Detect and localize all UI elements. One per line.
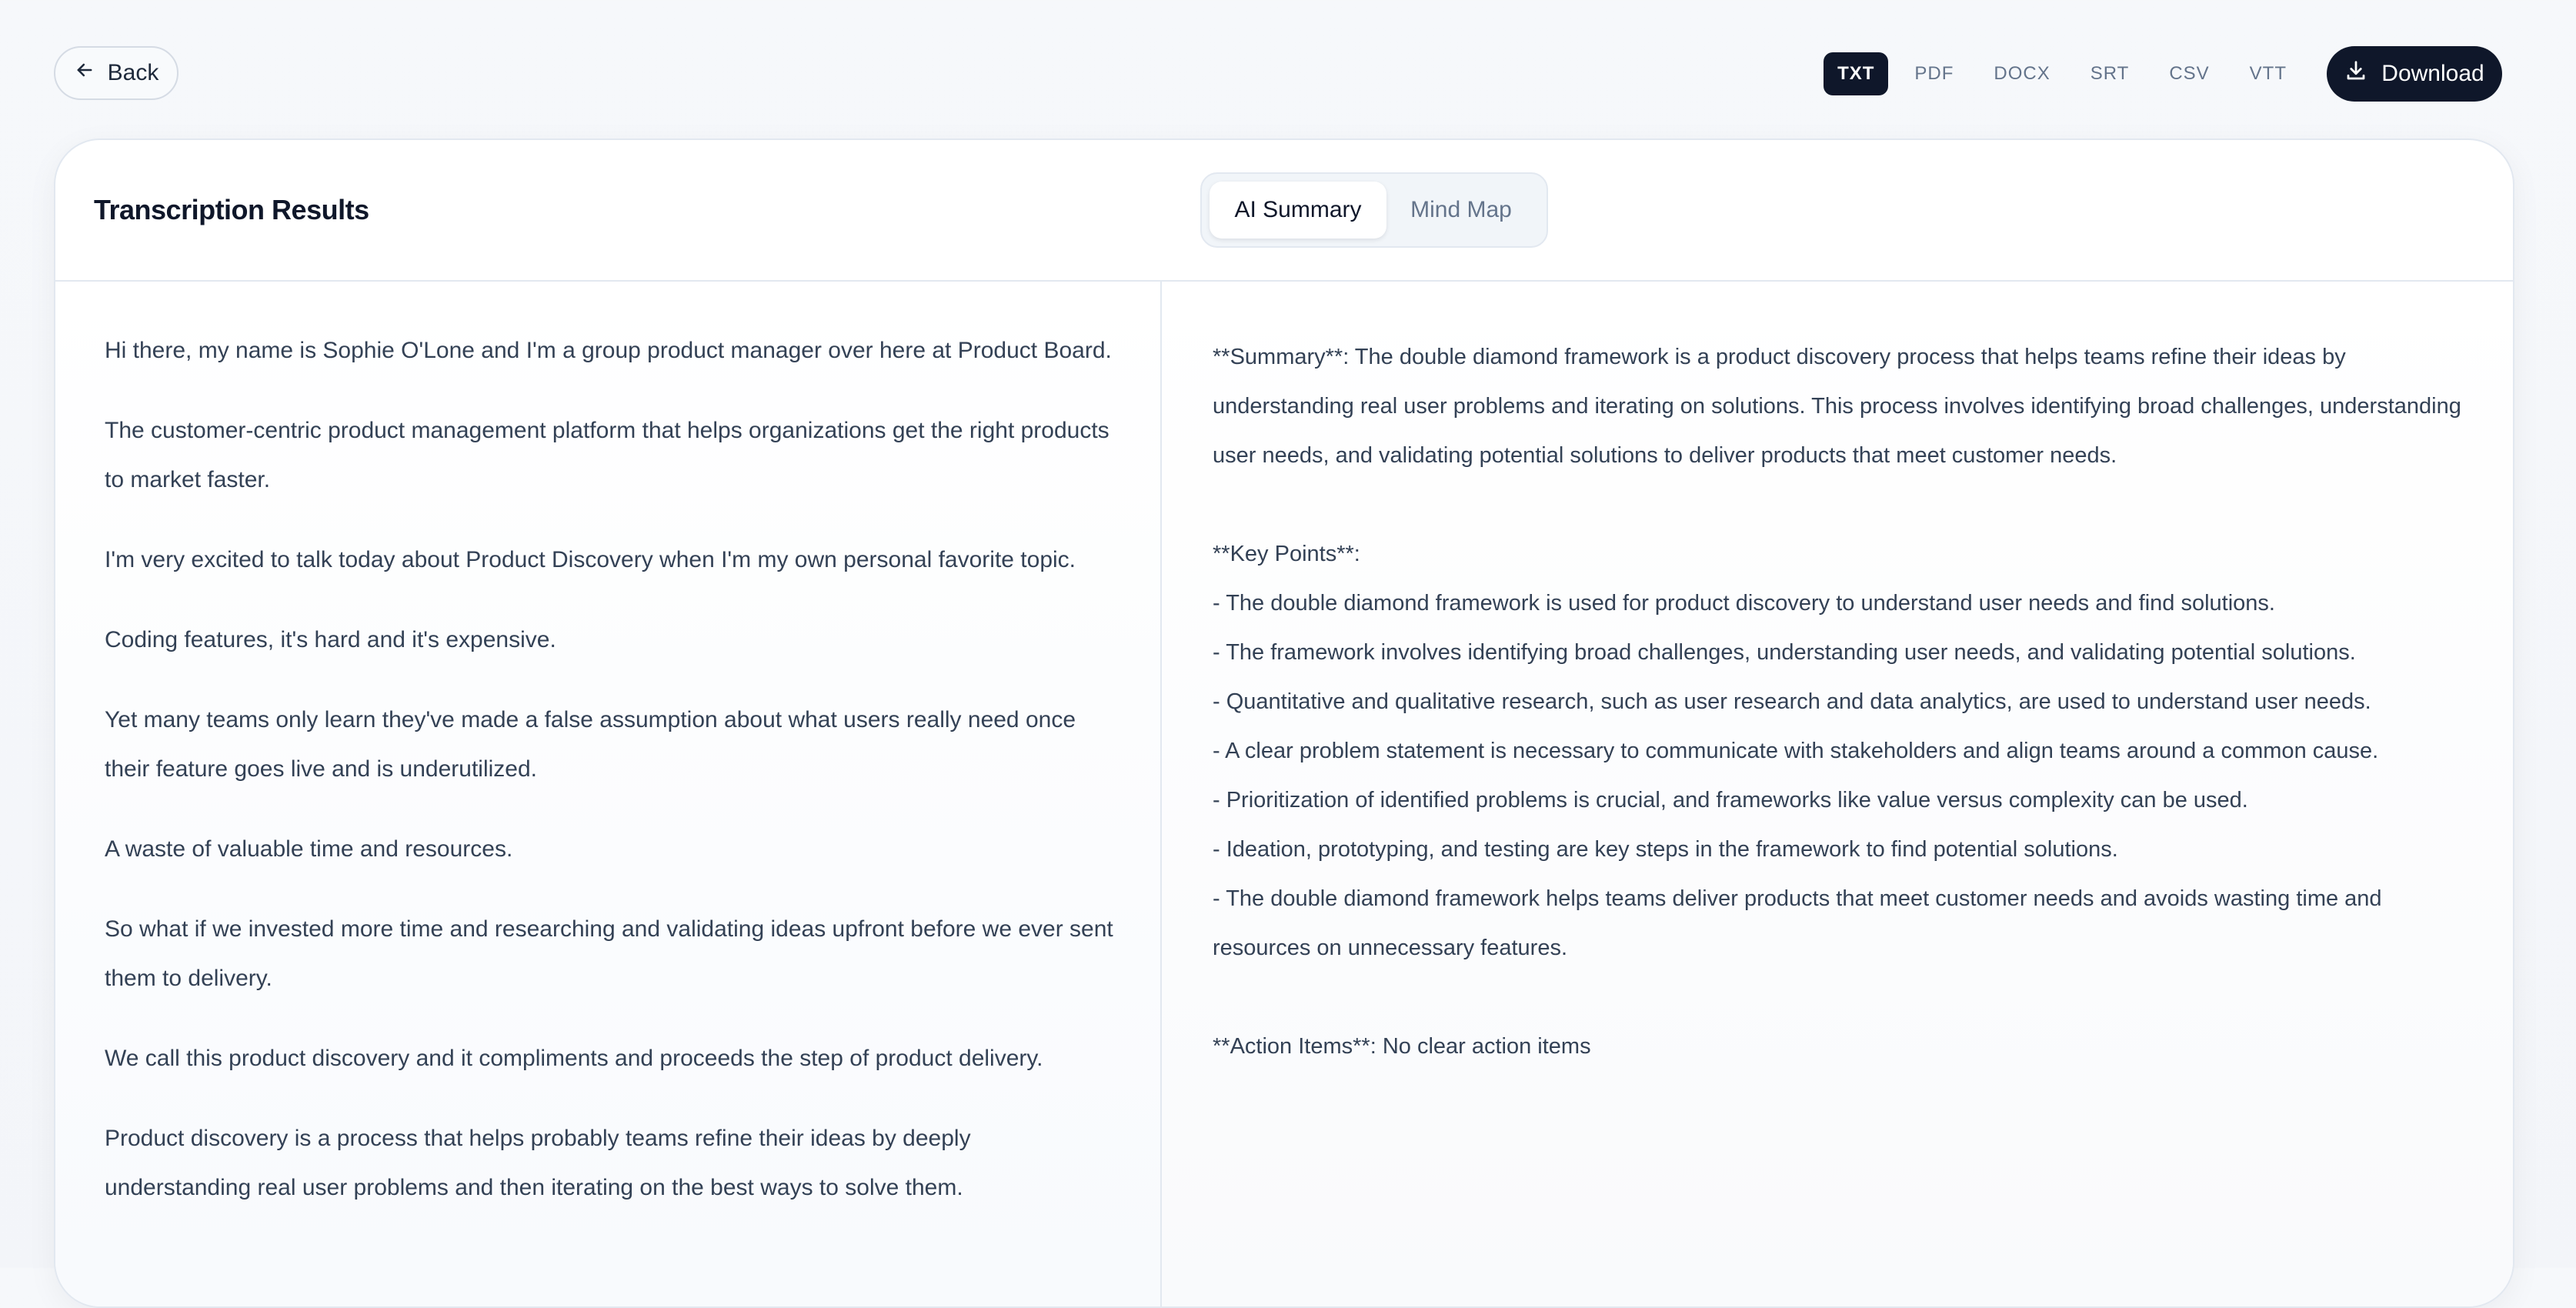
back-label: Back xyxy=(107,60,159,85)
format-vtt[interactable]: VTT xyxy=(2236,52,2301,95)
transcript-paragraph: So what if we invested more time and res… xyxy=(105,916,1113,991)
ai-summary-text: **Summary**: The double diamond framewor… xyxy=(1213,345,2461,1059)
download-button[interactable]: Download xyxy=(2327,46,2502,102)
transcript-paragraph: Hi there, my name is Sophie O'Lone and I… xyxy=(105,338,1112,363)
transcript-panel[interactable]: Hi there, my name is Sophie O'Lone and I… xyxy=(55,282,1162,1306)
view-tab-switcher: AI Summary Mind Map xyxy=(1200,172,1548,248)
transcript-paragraph: Yet many teams only learn they've made a… xyxy=(105,707,1076,782)
tab-mind-map[interactable]: Mind Map xyxy=(1386,182,1536,239)
transcript-paragraph: We call this product discovery and it co… xyxy=(105,1046,1043,1071)
ai-summary-panel[interactable]: **Summary**: The double diamond framewor… xyxy=(1162,282,2513,1306)
transcript-paragraph: Product discovery is a process that help… xyxy=(105,1126,971,1200)
page-title: Transcription Results xyxy=(94,194,369,225)
transcript-paragraph: Coding features, it's hard and it's expe… xyxy=(105,627,556,652)
tab-ai-summary[interactable]: AI Summary xyxy=(1210,182,1386,239)
results-card: Transcription Results AI Summary Mind Ma… xyxy=(54,138,2514,1308)
card-header: Transcription Results AI Summary Mind Ma… xyxy=(55,140,2513,282)
download-icon xyxy=(2344,59,2367,88)
back-button[interactable]: Back xyxy=(54,46,179,100)
transcript-paragraph: I'm very excited to talk today about Pro… xyxy=(105,547,1076,572)
format-pdf[interactable]: PDF xyxy=(1900,52,1967,95)
arrow-left-icon xyxy=(74,59,95,87)
format-txt[interactable]: TXT xyxy=(1824,52,1889,95)
download-label: Download xyxy=(2381,61,2484,86)
format-srt[interactable]: SRT xyxy=(2077,52,2144,95)
format-csv[interactable]: CSV xyxy=(2155,52,2223,95)
transcript-paragraph: The customer-centric product management … xyxy=(105,418,1109,492)
transcript-paragraph: A waste of valuable time and resources. xyxy=(105,836,513,862)
format-docx[interactable]: DOCX xyxy=(1980,52,2064,95)
top-toolbar: Back TXT PDF DOCX SRT CSV VTT Download xyxy=(54,46,2502,102)
export-format-group: TXT PDF DOCX SRT CSV VTT Download xyxy=(1824,46,2502,102)
